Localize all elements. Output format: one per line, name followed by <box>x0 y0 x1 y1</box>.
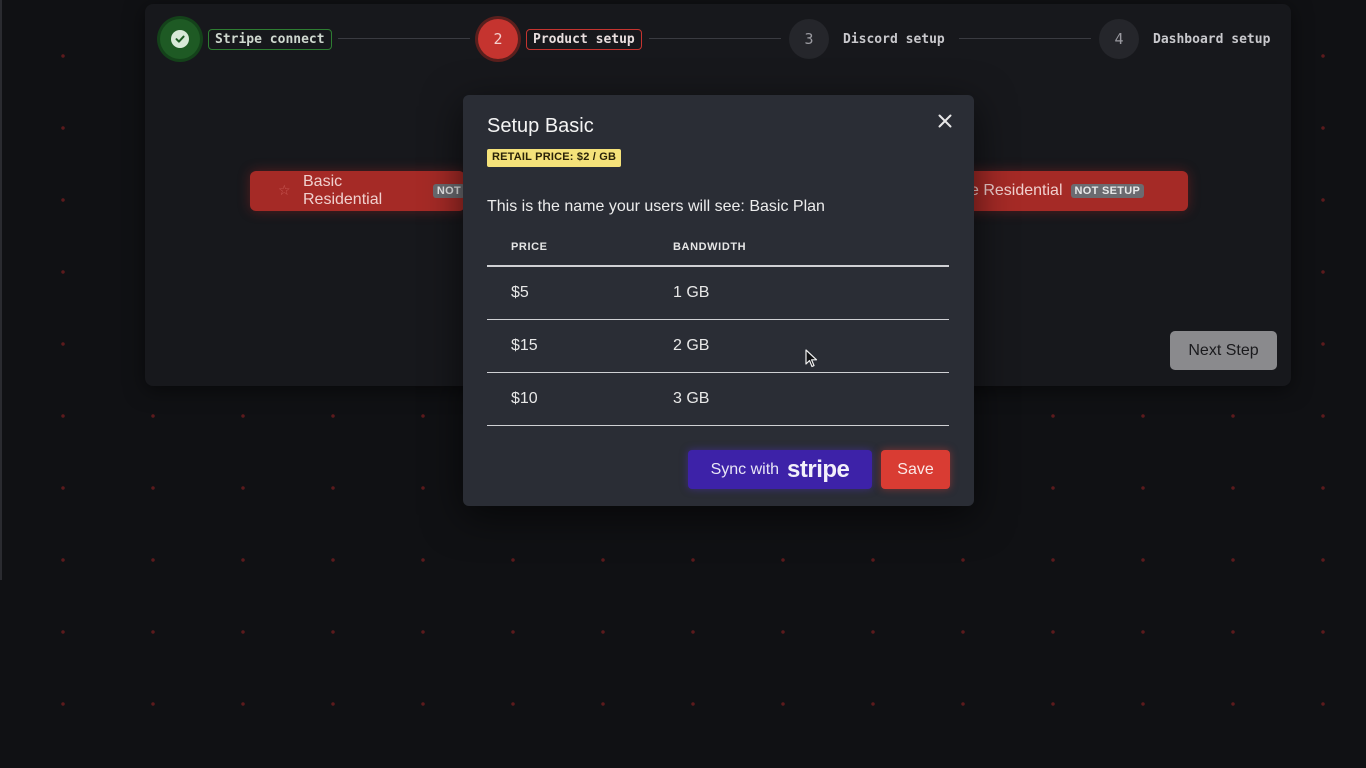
bandwidth-cell: 1 GB <box>673 284 710 301</box>
retail-price-badge: RETAIL PRICE: $2 / GB <box>487 149 622 167</box>
column-header-price: PRICE <box>511 241 548 253</box>
step-discord-setup[interactable]: 3 Discord setup <box>789 19 951 59</box>
step-number-circle: 3 <box>789 19 829 59</box>
star-icon: ☆ <box>278 182 291 198</box>
stripe-logo: stripe <box>787 455 850 483</box>
bandwidth-cell: 3 GB <box>673 390 710 407</box>
step-number-circle: 4 <box>1099 19 1139 59</box>
save-button[interactable]: Save <box>881 450 950 489</box>
step-complete-circle <box>160 19 200 59</box>
price-cell: $15 <box>511 337 538 354</box>
step-label: Product setup <box>526 28 642 50</box>
step-stripe-connect[interactable]: Stripe connect <box>160 19 332 59</box>
step-connector <box>959 38 1091 39</box>
setup-modal: Setup Basic RETAIL PRICE: $2 / GB This i… <box>463 95 974 506</box>
step-dashboard-setup[interactable]: 4 Dashboard setup <box>1099 19 1276 59</box>
step-number-circle: 2 <box>478 19 518 59</box>
plan-description: This is the name your users will see: Ba… <box>487 198 825 215</box>
step-label: Stripe connect <box>208 28 332 50</box>
step-product-setup[interactable]: 2 Product setup <box>478 19 642 59</box>
table-row[interactable]: $10 3 GB <box>487 373 949 426</box>
step-connector <box>649 38 781 39</box>
modal-title: Setup Basic <box>487 115 594 137</box>
table-row[interactable]: $5 1 GB <box>487 267 949 320</box>
product-label: e Residential <box>970 182 1063 199</box>
step-label: Discord setup <box>843 31 945 47</box>
product-basic-residential[interactable]: ☆ Basic Residential NOT <box>250 171 465 211</box>
table-header: PRICE BANDWIDTH <box>487 229 949 267</box>
sync-label: Sync with <box>710 460 780 478</box>
window-edge <box>0 0 2 580</box>
price-cell: $5 <box>511 284 529 301</box>
table-row[interactable]: $15 2 GB <box>487 320 949 373</box>
step-connector <box>338 38 470 39</box>
status-badge: NOT <box>432 184 465 198</box>
product-premium-residential[interactable]: e Residential NOT SETUP <box>960 171 1188 211</box>
mouse-cursor-icon <box>805 349 819 374</box>
status-badge: NOT SETUP <box>1070 184 1145 198</box>
close-icon[interactable] <box>933 109 957 133</box>
setup-stepper: Stripe connect 2 Product setup 3 Discord… <box>160 19 1280 59</box>
column-header-bandwidth: BANDWIDTH <box>673 241 747 253</box>
check-icon <box>171 30 189 48</box>
price-table: PRICE BANDWIDTH $5 1 GB $15 2 GB $10 3 G… <box>487 229 949 426</box>
price-cell: $10 <box>511 390 538 407</box>
product-label: Basic Residential <box>303 173 383 208</box>
next-step-button[interactable]: Next Step <box>1170 331 1277 370</box>
step-label: Dashboard setup <box>1153 31 1271 47</box>
sync-with-stripe-button[interactable]: Sync with stripe <box>688 450 872 489</box>
